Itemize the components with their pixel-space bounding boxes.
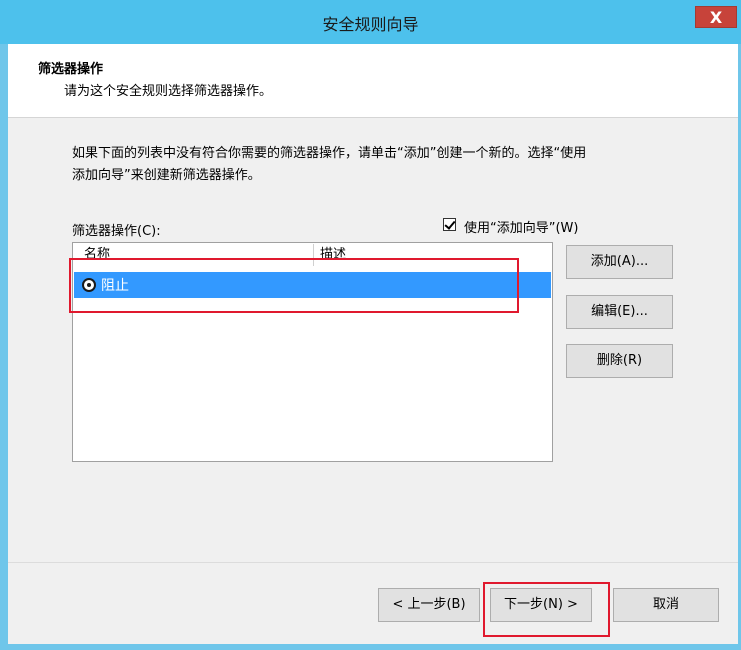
- cancel-button[interactable]: 取消: [613, 588, 719, 622]
- instructions-line-1: 如果下面的列表中没有符合你需要的筛选器操作，请单击“添加”创建一个新的。选择“使…: [72, 146, 587, 161]
- page-subtitle: 请为这个安全规则选择筛选器操作。: [64, 84, 273, 99]
- edit-button[interactable]: 编辑(E)...: [566, 295, 673, 329]
- highlight-box-row: [69, 258, 519, 313]
- use-wizard-label[interactable]: 使用“添加向导”(W): [464, 217, 578, 236]
- page-title: 筛选器操作: [38, 62, 104, 77]
- use-wizard-checkbox[interactable]: [443, 218, 456, 231]
- add-button[interactable]: 添加(A)...: [566, 245, 673, 279]
- footer-divider: [8, 562, 738, 563]
- highlight-box-next: [483, 582, 610, 637]
- remove-button[interactable]: 删除(R): [566, 344, 673, 378]
- close-button[interactable]: X: [695, 6, 737, 28]
- instructions-text: 如果下面的列表中没有符合你需要的筛选器操作，请单击“添加”创建一个新的。选择“使…: [72, 143, 672, 187]
- window-title: 安全规则向导: [322, 15, 419, 34]
- filter-action-list-label: 筛选器操作(C):: [72, 224, 161, 239]
- back-button[interactable]: < 上一步(B): [378, 588, 480, 622]
- instructions-line-2: 添加向导”来创建新筛选器操作。: [72, 168, 261, 183]
